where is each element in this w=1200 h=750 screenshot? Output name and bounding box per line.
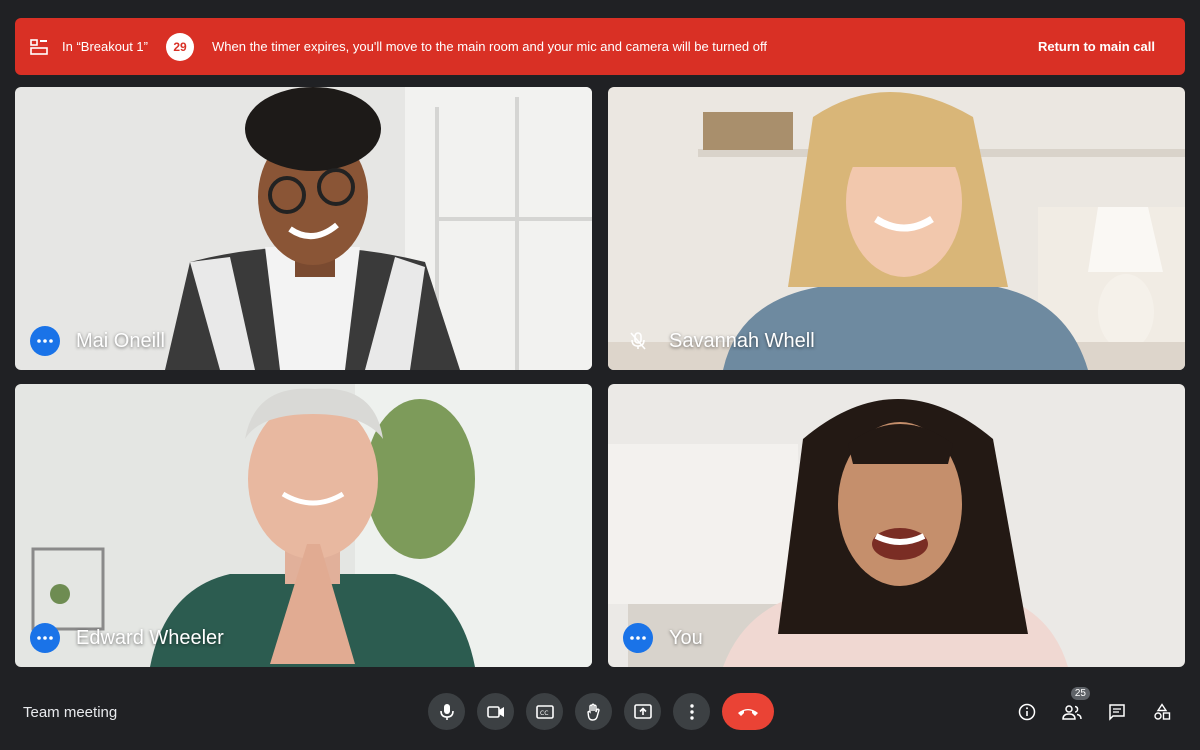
participant-name: You [669,626,703,649]
chat-button[interactable] [1098,693,1135,730]
more-options-button[interactable] [673,693,710,730]
call-control-bar: Team meeting CC 25 [0,680,1200,750]
participant-tile: You [608,384,1185,667]
more-options-button[interactable] [30,623,60,653]
activities-button[interactable] [1143,693,1180,730]
camera-icon [486,705,504,718]
end-call-button[interactable] [722,693,774,730]
captions-button[interactable]: CC [526,693,563,730]
more-options-button[interactable] [623,623,653,653]
svg-text:CC: CC [540,710,548,717]
present-button[interactable] [624,693,661,730]
breakout-room-label: In “Breakout 1” [62,39,148,54]
meeting-title: Team meeting [23,704,118,721]
people-count-badge: 25 [1070,687,1090,700]
people-button[interactable]: 25 [1053,687,1090,730]
participant-name: Savannah Whell [669,329,815,352]
activities-icon [1153,702,1170,720]
captions-icon: CC [535,704,554,719]
raise-hand-button[interactable] [575,693,612,730]
breakout-banner: In “Breakout 1” 29 When the timer expire… [15,18,1185,75]
info-icon [1018,703,1035,720]
more-options-button[interactable] [30,326,60,356]
meeting-details-button[interactable] [1008,693,1045,730]
participant-tile: Savannah Whell [608,87,1185,370]
camera-button[interactable] [477,693,514,730]
mic-icon [439,703,454,720]
participant-tile: Edward Wheeler [15,384,592,667]
mic-button[interactable] [428,693,465,730]
present-icon [633,704,652,719]
call-controls: CC [428,693,774,730]
right-actions: 25 [1000,687,1180,730]
raise-hand-icon [586,703,600,721]
return-to-main-call-button[interactable]: Return to main call [1038,39,1155,54]
people-icon [1061,704,1082,720]
participant-tile: Mai Oneill [15,87,592,370]
mic-off-icon [623,326,653,356]
more-vert-icon [689,703,694,720]
banner-message: When the timer expires, you'll move to t… [212,39,767,54]
participant-name: Mai Oneill [76,329,165,352]
participant-name: Edward Wheeler [76,626,224,649]
countdown-timer: 29 [166,32,194,61]
breakout-room-icon [30,38,48,56]
end-call-icon [738,708,758,716]
chat-icon [1108,703,1125,721]
